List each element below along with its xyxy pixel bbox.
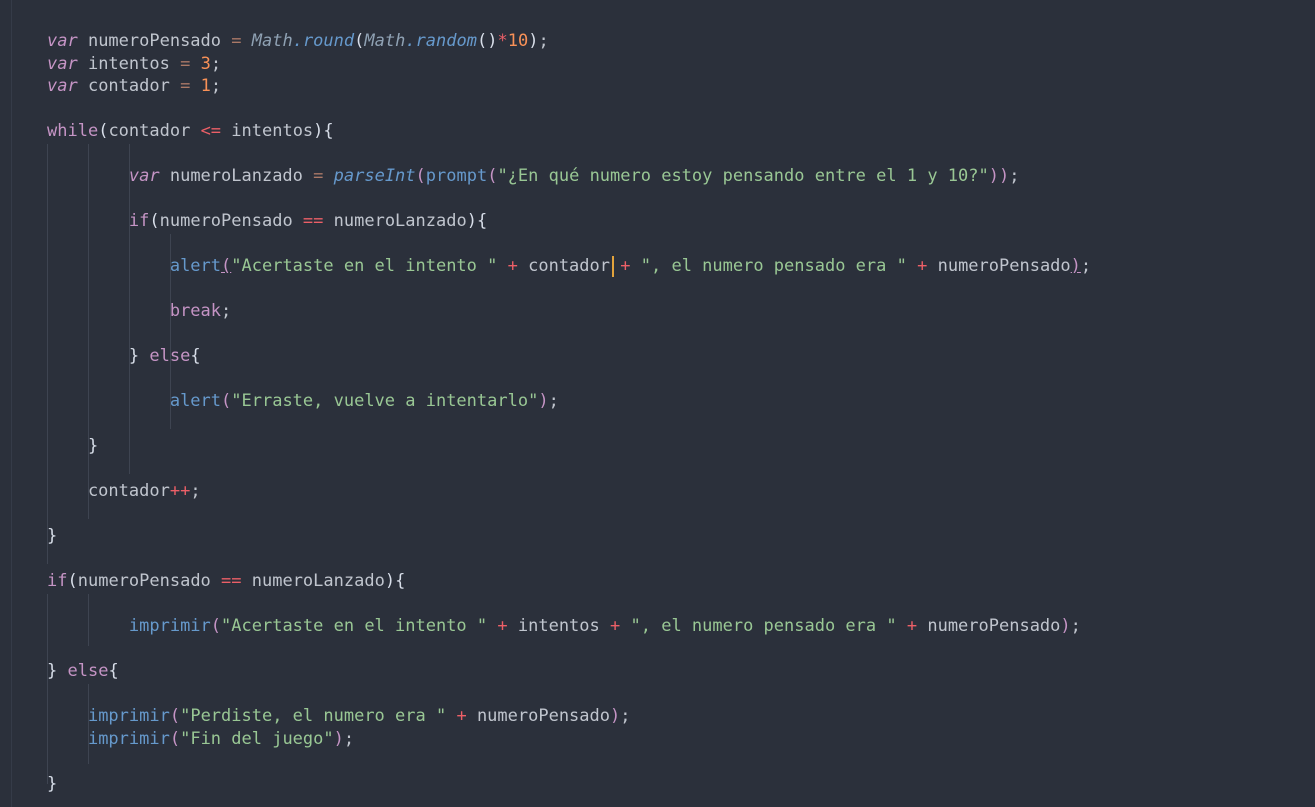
code-line-24[interactable] [47,548,1091,571]
code-editor[interactable]: var numeroPensado = Math.round(Math.rand… [0,0,1315,807]
code-line-27[interactable]: imprimir("Acertaste en el intento " + in… [47,615,1091,638]
function-alert: alert [169,256,222,276]
keyword-while: while [47,121,99,141]
code-line-16[interactable] [47,368,1091,391]
code-line-31[interactable]: imprimir("Perdiste, el numero era " + nu… [47,705,1091,728]
code-line-12[interactable] [47,278,1091,301]
keyword-var: var [47,76,78,96]
code-line-32[interactable]: imprimir("Fin del juego"); [47,728,1091,751]
operator-assign: = [231,31,242,51]
method-round: .round [292,31,355,51]
number-1: 1 [200,76,211,96]
code-line-3[interactable]: var contador = 1; [47,75,1091,98]
code-surface[interactable]: var numeroPensado = Math.round(Math.rand… [0,0,1315,807]
bracket-close-match: ) [1070,256,1081,276]
code-line-20[interactable] [47,458,1091,481]
string-prompt-question: "¿En qué numero estoy pensando entre el … [497,166,989,186]
string-win-part2: ", el numero pensado era " [630,616,897,636]
code-line-19[interactable]: } [47,435,1091,458]
string-win-part2: ", el numero pensado era " [640,256,907,276]
string-win-part1: "Acertaste en el intento " [231,256,498,276]
string-lost-message: "Perdiste, el numero era " [180,706,447,726]
object-math: Math [251,31,293,51]
code-line-25[interactable]: if(numeroPensado == numeroLanzado){ [47,570,1091,593]
code-line-33[interactable] [47,750,1091,773]
operator-multiply: * [497,31,508,51]
keyword-if: if [47,571,68,591]
text-cursor [612,256,614,277]
code-line-11[interactable]: alert("Acertaste en el intento " + conta… [47,255,1091,278]
string-win-part1: "Acertaste en el intento " [221,616,488,636]
keyword-var: var [47,53,78,74]
keyword-else: else [149,346,191,366]
code-line-7[interactable]: var numeroLanzado = parseInt(prompt("¿En… [47,165,1091,188]
code-line-10[interactable] [47,233,1091,256]
function-alert: alert [169,391,222,411]
function-imprimir: imprimir [128,616,211,636]
code-line-26[interactable] [47,593,1091,616]
operator-equals: == [302,211,324,231]
operator-increment: ++ [169,481,191,501]
function-imprimir: imprimir [87,728,170,749]
code-line-13[interactable]: break; [47,300,1091,323]
code-line-17[interactable]: alert("Erraste, vuelve a intentarlo"); [47,390,1091,413]
code-line-1[interactable]: var numeroPensado = Math.round(Math.rand… [47,30,1091,53]
number-3: 3 [200,53,211,74]
keyword-else: else [67,661,109,681]
code-line-29[interactable]: } else{ [47,660,1091,683]
operator-concat: + [620,256,631,276]
code-line-14[interactable] [47,323,1091,346]
keyword-var: var [47,31,78,51]
object-math-2: Math [364,31,406,51]
operator-equals: == [221,571,242,591]
operator-concat: + [507,256,518,276]
code-line-8[interactable] [47,188,1091,211]
code-line-9[interactable]: if(numeroPensado == numeroLanzado){ [47,210,1091,233]
code-line-28[interactable] [47,638,1091,661]
bracket-open-match: ( [221,256,232,276]
keyword-var: var [128,166,160,186]
function-prompt: prompt [425,166,488,186]
keyword-break: break [169,301,222,321]
code-line-4[interactable] [47,98,1091,121]
code-line-18[interactable] [47,413,1091,436]
code-line-2[interactable]: var intentos = 3; [47,53,1091,76]
code-line-22[interactable] [47,503,1091,526]
keyword-if: if [128,211,150,231]
code-line-23[interactable]: } [47,525,1091,548]
operator-concat: + [917,256,928,276]
string-end-message: "Fin del juego" [180,728,334,749]
code-line-6[interactable] [47,143,1091,166]
code-line-21[interactable]: contador++; [47,480,1091,503]
number-10: 10 [507,31,529,51]
code-line-30[interactable] [47,683,1091,706]
operator-lte: <= [200,121,222,141]
function-parseint: parseInt [333,166,416,186]
code-line-15[interactable]: } else{ [47,345,1091,368]
method-random: .random [405,31,477,51]
code-line-5[interactable]: while(contador <= intentos){ [47,120,1091,143]
code-lines: var numeroPensado = Math.round(Math.rand… [47,30,1091,795]
code-line-34[interactable]: } [47,773,1091,796]
function-imprimir: imprimir [87,706,170,726]
string-lose-try-again: "Erraste, vuelve a intentarlo" [231,391,539,411]
